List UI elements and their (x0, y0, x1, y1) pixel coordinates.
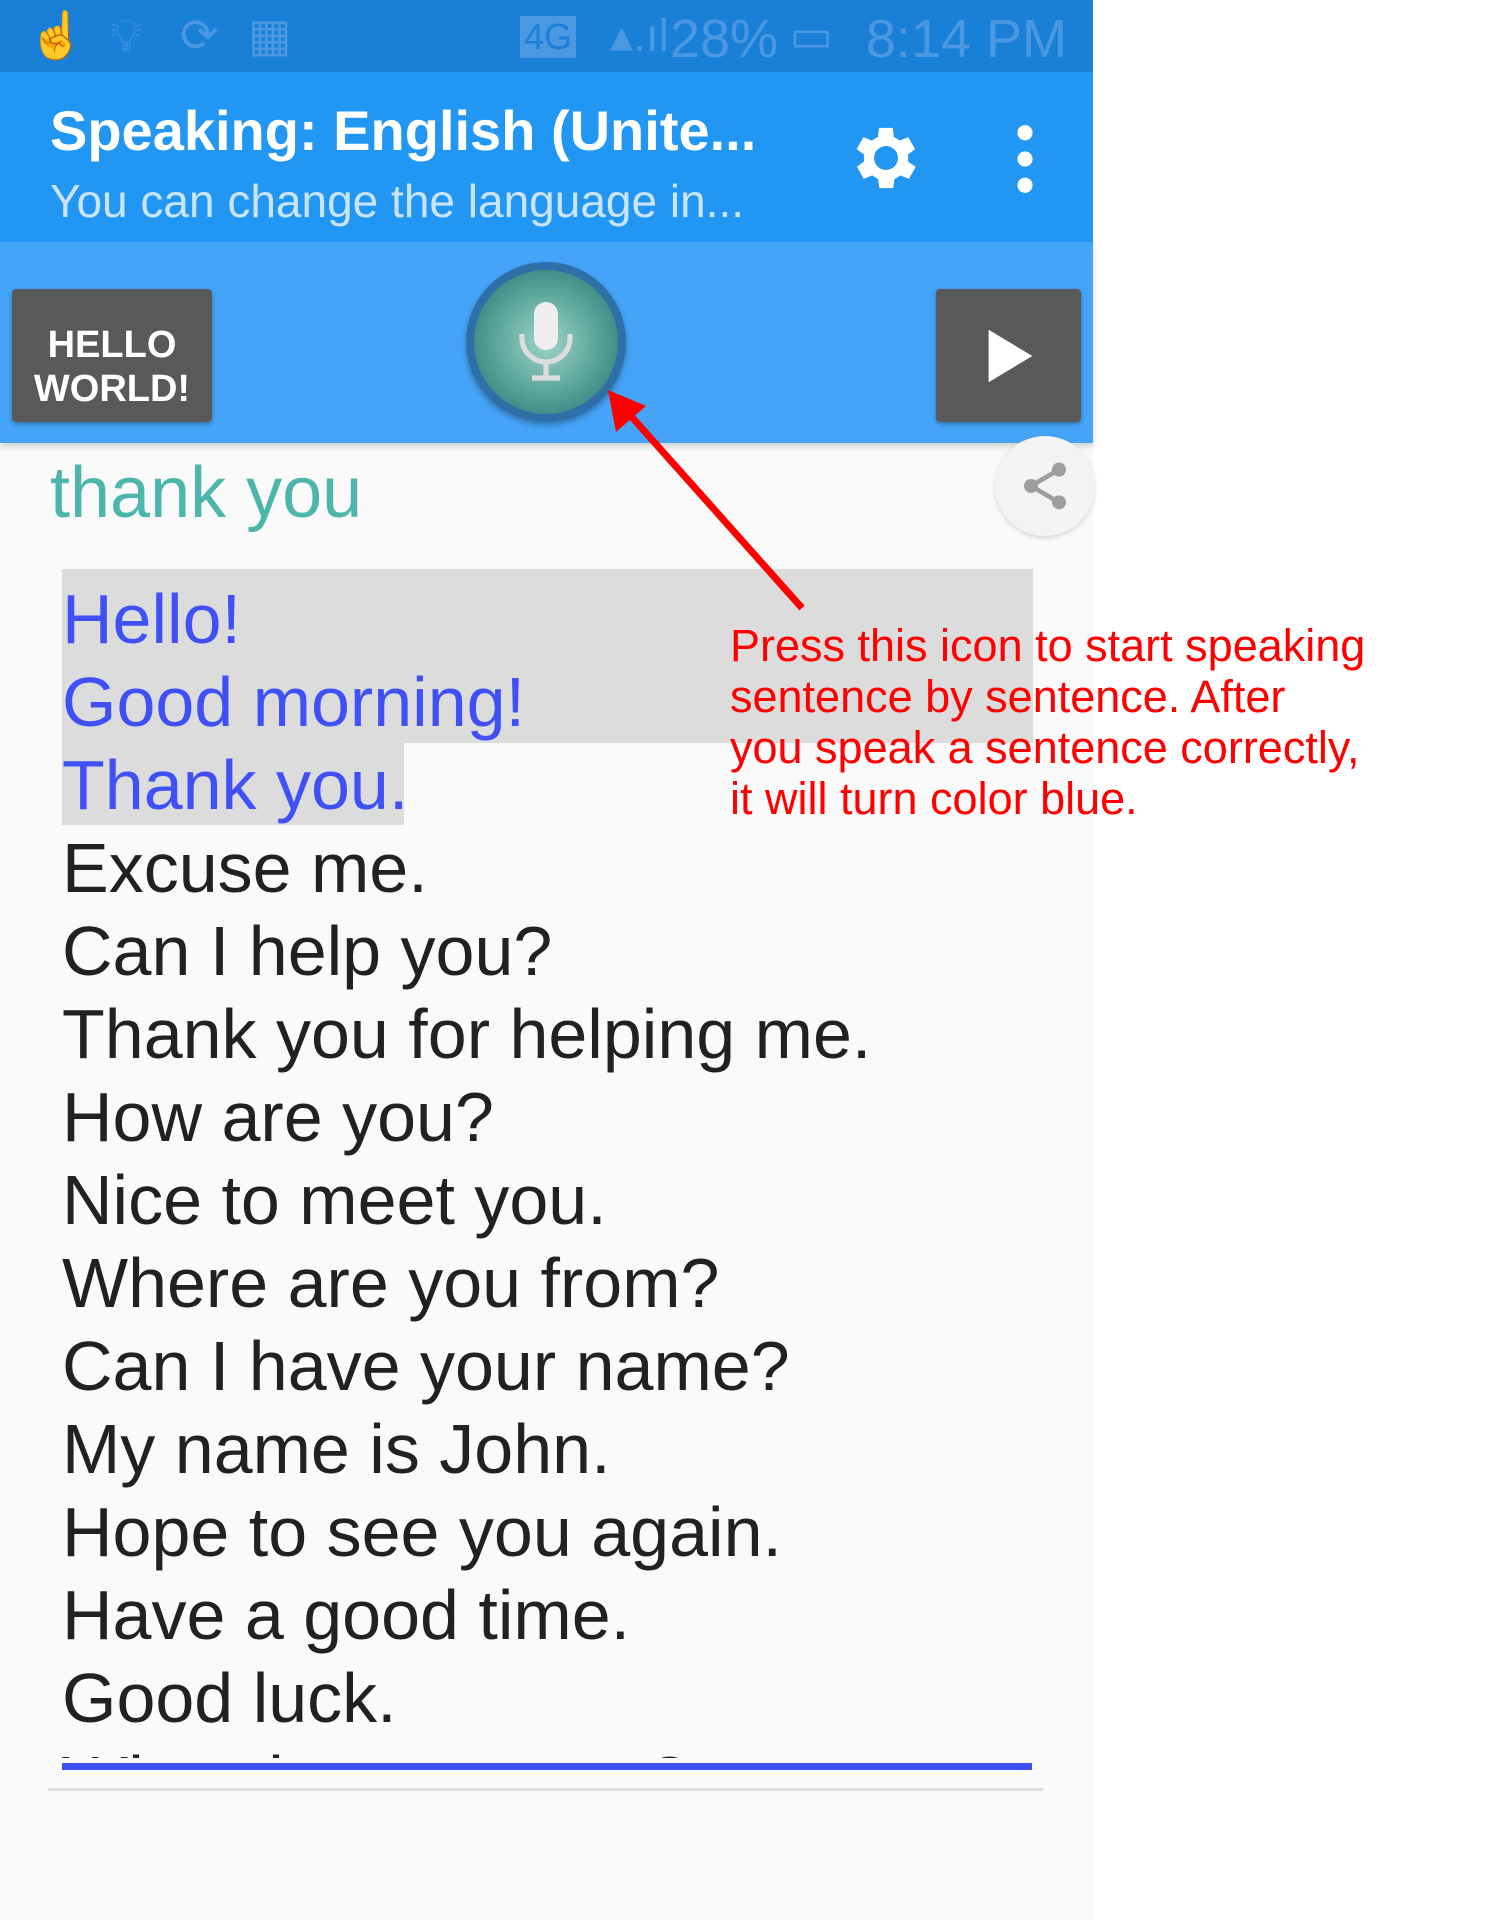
lightbulb-icon: 💡︎ (110, 9, 143, 61)
annotation-line: you speak a sentence correctly, (730, 722, 1360, 773)
battery-icon: ▭ (789, 9, 833, 61)
clock: 8:14 PM (865, 9, 1067, 69)
recognized-text: thank you (50, 453, 363, 533)
signal-icon: ▴.ıl (610, 9, 669, 61)
annotation-text: Press this icon to start speaking senten… (730, 620, 1365, 824)
hello-world-button[interactable]: HELLO WORLD! (12, 289, 212, 422)
sentence-item[interactable]: Excuse me. (62, 827, 1062, 910)
sentence-item[interactable]: My name is John. (62, 1408, 1062, 1491)
sentence-item[interactable]: Where are you from? (62, 1242, 1062, 1325)
sentence-item[interactable]: Hope to see you again. (62, 1491, 1062, 1574)
progress-bar (62, 1763, 1032, 1770)
microphone-button[interactable] (466, 262, 626, 422)
network-type: 4G (520, 16, 577, 58)
sentence-item[interactable]: Good luck. (62, 1657, 1062, 1740)
download-icon: ⟳ (180, 9, 219, 61)
annotation-line: Press this icon to start speaking (730, 620, 1366, 671)
sentence-item[interactable]: Have a good time. (62, 1574, 1062, 1657)
page-title: Speaking: English (Unite... (50, 99, 757, 162)
play-button[interactable] (936, 289, 1081, 422)
annotation-line: it will turn color blue. (730, 773, 1138, 824)
sentence-item[interactable]: Nice to meet you. (62, 1159, 1062, 1242)
phone-screen: ☝ 💡︎ ⟳ ▦ 4G ▴.ıl 28% ▭ 8:14 PM Speaking:… (0, 0, 1095, 1920)
microphone-icon (519, 302, 573, 381)
page-subtitle: You can change the language in... (50, 175, 744, 227)
annotation-line: sentence by sentence. After (730, 671, 1286, 722)
speech-toolbar: HELLO WORLD! (0, 242, 1093, 443)
brightness-icon: ▦ (248, 9, 292, 61)
sentence-item[interactable]: What do you mean? (62, 1740, 1062, 1758)
status-bar: ☝ 💡︎ ⟳ ▦ 4G ▴.ıl 28% ▭ 8:14 PM (0, 0, 1093, 72)
sentence-item[interactable]: Can I help you? (62, 910, 1062, 993)
app-bar: Speaking: English (Unite... You can chan… (0, 72, 1093, 242)
sentence-item[interactable]: How are you? (62, 1076, 1062, 1159)
divider (48, 1788, 1043, 1791)
touch-icon: ☝ (28, 9, 86, 61)
gear-icon[interactable] (845, 117, 927, 199)
share-icon (1024, 462, 1066, 510)
play-icon (988, 329, 1033, 383)
share-button[interactable] (995, 436, 1095, 536)
sentence-item[interactable]: Can I have your name? (62, 1325, 1062, 1408)
battery-percent: 28% (669, 9, 778, 69)
more-vert-icon[interactable] (1010, 124, 1040, 194)
sentence-item[interactable]: Thank you for helping me. (62, 993, 1062, 1076)
